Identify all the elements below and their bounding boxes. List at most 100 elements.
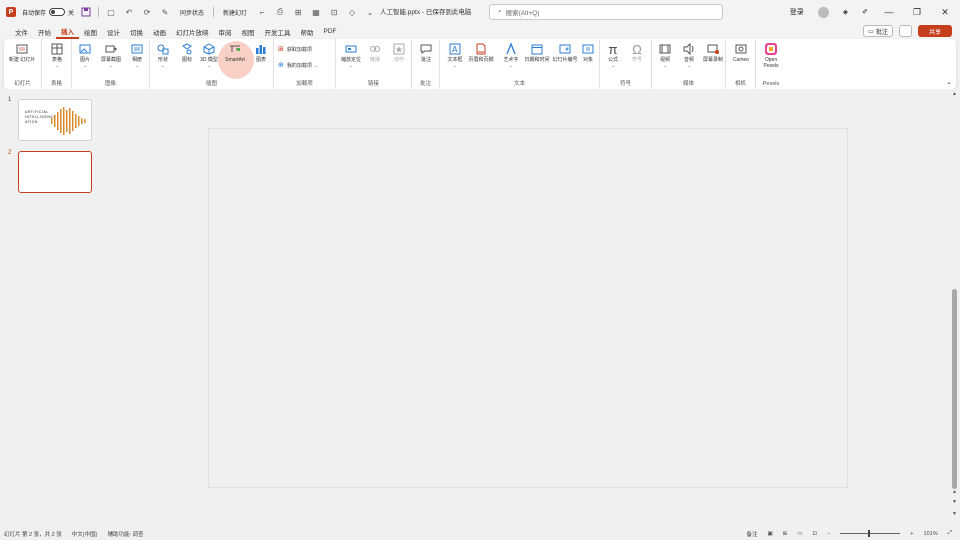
group-links: 缩放定位 ⌄ 链接 动作 链接: [336, 39, 412, 89]
tab-developer[interactable]: 开发工具: [260, 24, 296, 39]
document-title[interactable]: 人工智能.pptx - 已保存到此电脑: [380, 6, 471, 16]
my-addins-button[interactable]: ⊕ 我的加载项 ⌄: [278, 61, 318, 69]
redo-icon[interactable]: ⟳: [141, 6, 153, 18]
tab-animations[interactable]: 动画: [148, 24, 171, 39]
open-pexels-button[interactable]: Open Pexels: [758, 42, 784, 69]
tab-help[interactable]: 帮助: [296, 24, 319, 39]
new-slide-quick-button[interactable]: 新建幻灯: [220, 8, 250, 17]
slide-thumbnail-2[interactable]: [18, 151, 92, 193]
close-icon[interactable]: ✕: [938, 7, 952, 18]
screenshot-button[interactable]: 屏幕截图 ⌄: [98, 42, 124, 68]
date-time-button[interactable]: 日期和时间: [524, 42, 550, 63]
scroll-down-icon[interactable]: ▼: [952, 511, 957, 517]
tab-review[interactable]: 审阅: [214, 24, 237, 39]
zoom-level[interactable]: 101%: [924, 531, 938, 537]
wordart-button[interactable]: 艺术字 ⌄: [498, 42, 524, 68]
restore-icon[interactable]: ❐: [910, 7, 924, 18]
comment-icon: [419, 42, 433, 56]
group-label: 加载项: [296, 81, 313, 87]
avatar[interactable]: [817, 6, 829, 18]
slide-thumbnail-1[interactable]: ARTIFICIAL INTELLIGENCE ATION: [18, 99, 92, 141]
new-file-icon[interactable]: ▢: [105, 6, 117, 18]
action-button[interactable]: 动作: [386, 42, 412, 63]
scroll-up-icon[interactable]: ▲: [952, 489, 957, 495]
slide-sorter-icon[interactable]: ⊞: [783, 531, 788, 537]
accessibility-status[interactable]: 辅助功能: 调查: [107, 530, 143, 538]
search-input[interactable]: ⌕ 搜索(Alt+Q): [489, 4, 723, 20]
object-button[interactable]: 对象: [575, 42, 601, 63]
fit-to-window-icon[interactable]: ⤢: [948, 530, 952, 537]
vertical-scrollbar[interactable]: ▲ ▲ ▼ ▼: [950, 89, 960, 527]
3d-models-button[interactable]: 3D 模型 ⌄: [196, 42, 222, 68]
table-button[interactable]: 表格 ⌄: [44, 42, 70, 68]
date-time-label: 日期和时间: [524, 57, 550, 63]
table-icon[interactable]: ⊞: [292, 6, 304, 18]
present-button[interactable]: [899, 25, 912, 37]
tab-insert[interactable]: 插入: [56, 24, 79, 39]
brush-icon[interactable]: ✎: [159, 6, 171, 18]
scroll-up-icon[interactable]: ▲: [952, 91, 957, 97]
crop-icon[interactable]: ⊡: [328, 6, 340, 18]
icons-label: 图标: [181, 57, 192, 63]
zoom-in-icon[interactable]: +: [910, 531, 913, 537]
link-button[interactable]: 链接: [362, 42, 388, 63]
tab-view[interactable]: 视图: [237, 24, 260, 39]
group-label: 符号: [619, 81, 631, 87]
cameo-label: Cameo: [732, 57, 750, 63]
shape-icon[interactable]: ◇: [346, 6, 358, 18]
photo-album-button[interactable]: 相册 ⌄: [124, 42, 150, 68]
normal-view-icon[interactable]: ▣: [767, 531, 772, 537]
tab-home[interactable]: 开始: [33, 24, 56, 39]
audio-button[interactable]: 音频 ⌄: [676, 42, 702, 68]
tab-file[interactable]: 文件: [10, 24, 33, 39]
icons-icon: [180, 42, 194, 56]
scrollbar-thumb[interactable]: [952, 289, 957, 489]
format-painter-icon[interactable]: ⌐: [256, 6, 268, 18]
tab-transitions[interactable]: 切换: [125, 24, 148, 39]
shapes-button[interactable]: 形状 ⌄: [150, 42, 176, 68]
sync-status-button[interactable]: 同步状态: [177, 8, 207, 17]
chart-button[interactable]: 图表: [248, 42, 274, 63]
collapse-ribbon-icon[interactable]: ⌄: [946, 78, 952, 86]
pen-icon[interactable]: ✐: [862, 8, 868, 16]
save-icon[interactable]: [80, 6, 92, 18]
pictures-button[interactable]: 图片 ⌄: [72, 42, 98, 68]
toggle-switch-icon[interactable]: [49, 8, 66, 16]
tab-pdf[interactable]: PDF: [319, 24, 342, 39]
cameo-button[interactable]: Cameo: [728, 42, 754, 63]
slideshow-icon[interactable]: ⊡: [812, 531, 817, 537]
comment-button[interactable]: 批注: [413, 42, 439, 63]
undo-icon[interactable]: ↶: [123, 6, 135, 18]
screen-recording-button[interactable]: 屏幕录制: [700, 42, 726, 63]
grid-icon[interactable]: ▦: [310, 6, 322, 18]
sign-in-link[interactable]: 登录: [790, 7, 804, 17]
current-slide[interactable]: [208, 128, 848, 488]
minimize-icon[interactable]: —: [882, 7, 896, 17]
share-button[interactable]: 共享: [918, 25, 952, 37]
reading-view-icon[interactable]: ▭: [797, 531, 802, 537]
language-indicator[interactable]: 中文(中国): [72, 530, 98, 538]
tab-design[interactable]: 设计: [102, 24, 125, 39]
print-icon[interactable]: ⎙: [274, 6, 286, 18]
tab-draw[interactable]: 绘图: [79, 24, 102, 39]
smartart-button[interactable]: SmartArt: [222, 42, 248, 63]
new-slide-button[interactable]: 新建 幻灯片: [9, 42, 35, 63]
get-addins-button[interactable]: ⊞ 获取加载项: [278, 45, 312, 53]
zoom-out-icon[interactable]: −: [827, 531, 830, 537]
table-icon: [50, 42, 64, 56]
header-footer-button[interactable]: 页眉和页脚: [468, 42, 494, 63]
autosave-toggle[interactable]: 自动保存 关: [22, 8, 74, 17]
symbol-button[interactable]: Ω 符号: [624, 42, 650, 64]
zoom-button[interactable]: 缩放定位 ⌄: [338, 42, 364, 68]
textbox-button[interactable]: A 文本框 ⌄: [442, 42, 468, 68]
comments-button[interactable]: ▭ 批注: [863, 25, 893, 37]
addin-icon: ⊕: [278, 62, 284, 69]
video-button[interactable]: 视频 ⌄: [652, 42, 678, 68]
diamond-icon[interactable]: ◈: [843, 8, 848, 16]
equation-button[interactable]: π 公式 ⌄: [600, 42, 626, 69]
notes-button[interactable]: 备注: [746, 530, 757, 538]
zoom-slider[interactable]: [840, 530, 901, 537]
tab-slideshow[interactable]: 幻灯片放映: [171, 24, 214, 39]
scroll-down-icon[interactable]: ▼: [952, 499, 957, 505]
customize-menu-icon[interactable]: ⌄: [364, 6, 376, 18]
